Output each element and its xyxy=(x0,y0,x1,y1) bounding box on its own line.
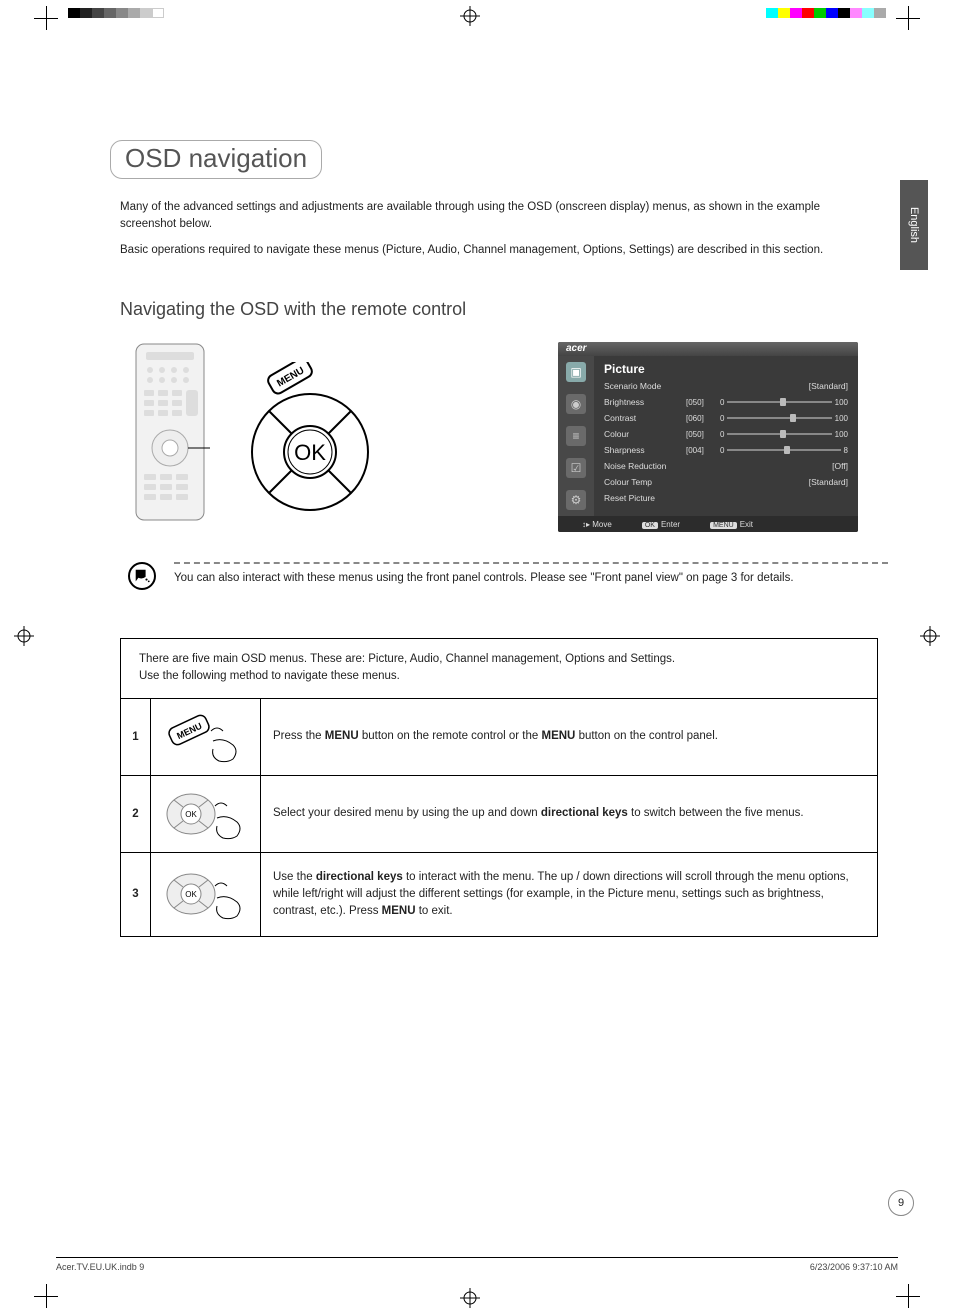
osd-row-slider: 08 xyxy=(720,446,848,455)
step-text: Select your desired menu by using the up… xyxy=(261,776,877,852)
osd-row-right: [Standard] xyxy=(809,381,848,391)
illustration-row: OK MENU acer ▣ ◉ ≡ ☑ ⚙ Picture Scenario … xyxy=(130,342,888,532)
osd-setting-row: Contrast [060] 0100 xyxy=(604,410,848,426)
step-image: MENU xyxy=(151,699,261,775)
page-number: 9 xyxy=(888,1190,914,1216)
picture-tab-icon: ▣ xyxy=(566,362,586,382)
osd-row-label: Brightness xyxy=(604,397,682,407)
osd-footer-enter: OKEnter xyxy=(642,520,680,529)
nav-wheel-illustration: OK MENU xyxy=(230,362,390,522)
crop-mark xyxy=(896,1284,920,1308)
osd-tab-icons: ▣ ◉ ≡ ☑ ⚙ xyxy=(558,356,594,516)
options-tab-icon: ☑ xyxy=(566,458,586,478)
step-text: Press the MENU button on the remote cont… xyxy=(261,699,877,775)
osd-row-slider: 0100 xyxy=(720,398,848,407)
osd-setting-row: Reset Picture xyxy=(604,490,848,506)
intro-paragraph-2: Basic operations required to navigate th… xyxy=(120,242,878,259)
osd-row-label: Scenario Mode xyxy=(604,381,682,391)
language-tab: English xyxy=(900,180,928,270)
step-row-1: 1 MENU Press the MENU button on the remo… xyxy=(121,699,877,776)
osd-row-value: [060] xyxy=(686,414,716,423)
osd-setting-row: Scenario Mode [Standard] xyxy=(604,378,848,394)
ok-label: OK xyxy=(294,440,326,465)
steps-intro: There are five main OSD menus. These are… xyxy=(121,639,877,699)
footer-timestamp: 6/23/2006 9:37:10 AM xyxy=(810,1262,898,1272)
page-title: OSD navigation xyxy=(110,140,322,179)
crop-mark xyxy=(34,1284,58,1308)
osd-setting-row: Colour [050] 0100 xyxy=(604,426,848,442)
step-row-3: 3 OK Use the directional keys to interac… xyxy=(121,853,877,937)
note-divider xyxy=(174,562,888,564)
footer-file: Acer.TV.EU.UK.indb 9 xyxy=(56,1262,144,1272)
osd-setting-row: Colour Temp [Standard] xyxy=(604,474,848,490)
osd-row-right: [Off] xyxy=(832,461,848,471)
osd-row-value: [004] xyxy=(686,446,716,455)
step-image: OK xyxy=(151,853,261,937)
step-text: Use the directional keys to interact wit… xyxy=(261,853,877,937)
channel-tab-icon: ≡ xyxy=(566,426,586,446)
osd-row-label: Noise Reduction xyxy=(604,461,682,471)
osd-row-value: [050] xyxy=(686,430,716,439)
print-registration-top xyxy=(0,0,954,30)
step-row-2: 2 OK Select your desired menu by using t… xyxy=(121,776,877,853)
color-bar xyxy=(766,8,886,18)
osd-footer-exit: MENUExit xyxy=(710,520,753,529)
osd-row-label: Reset Picture xyxy=(604,493,682,503)
section-heading: Navigating the OSD with the remote contr… xyxy=(120,299,888,320)
note-icon xyxy=(128,562,156,590)
language-label: English xyxy=(908,207,920,243)
grayscale-bar xyxy=(68,8,164,18)
osd-section-title: Picture xyxy=(604,362,848,376)
intro-paragraph-1: Many of the advanced settings and adjust… xyxy=(120,199,878,232)
registration-target-icon xyxy=(920,626,940,646)
osd-setting-row: Sharpness [004] 08 xyxy=(604,442,848,458)
step-number: 1 xyxy=(121,699,151,775)
step-number: 3 xyxy=(121,853,151,937)
registration-target-icon xyxy=(460,6,480,26)
osd-brand: acer xyxy=(558,342,858,356)
registration-target-icon xyxy=(460,1288,480,1308)
step-number: 2 xyxy=(121,776,151,852)
osd-row-right: [Standard] xyxy=(809,477,848,487)
osd-row-label: Colour Temp xyxy=(604,477,682,487)
osd-setting-row: Brightness [050] 0100 xyxy=(604,394,848,410)
osd-footer: ↕▸ Move OKEnter MENUExit xyxy=(558,516,858,532)
page-content: English OSD navigation Many of the advan… xyxy=(110,140,888,1204)
osd-row-slider: 0100 xyxy=(720,430,848,439)
osd-row-slider: 0100 xyxy=(720,414,848,423)
osd-setting-row: Noise Reduction [Off] xyxy=(604,458,848,474)
osd-screenshot: acer ▣ ◉ ≡ ☑ ⚙ Picture Scenario Mode [Sta… xyxy=(558,342,858,532)
osd-row-value: [050] xyxy=(686,398,716,407)
steps-table: There are five main OSD menus. These are… xyxy=(120,638,878,937)
note-block: You can also interact with these menus u… xyxy=(128,562,888,590)
audio-tab-icon: ◉ xyxy=(566,394,586,414)
crop-mark xyxy=(896,6,920,30)
print-footer: Acer.TV.EU.UK.indb 9 6/23/2006 9:37:10 A… xyxy=(56,1257,898,1272)
crop-mark xyxy=(34,6,58,30)
svg-text:OK: OK xyxy=(185,810,197,819)
osd-footer-move: ↕▸ Move xyxy=(582,520,612,529)
osd-row-label: Colour xyxy=(604,429,682,439)
note-text: You can also interact with these menus u… xyxy=(174,570,888,587)
settings-tab-icon: ⚙ xyxy=(566,490,586,510)
step-image: OK xyxy=(151,776,261,852)
registration-target-icon xyxy=(14,626,34,646)
remote-control-illustration xyxy=(130,342,210,522)
osd-row-label: Contrast xyxy=(604,413,682,423)
print-registration-bottom xyxy=(0,1284,954,1314)
svg-text:OK: OK xyxy=(185,890,197,899)
osd-row-label: Sharpness xyxy=(604,445,682,455)
